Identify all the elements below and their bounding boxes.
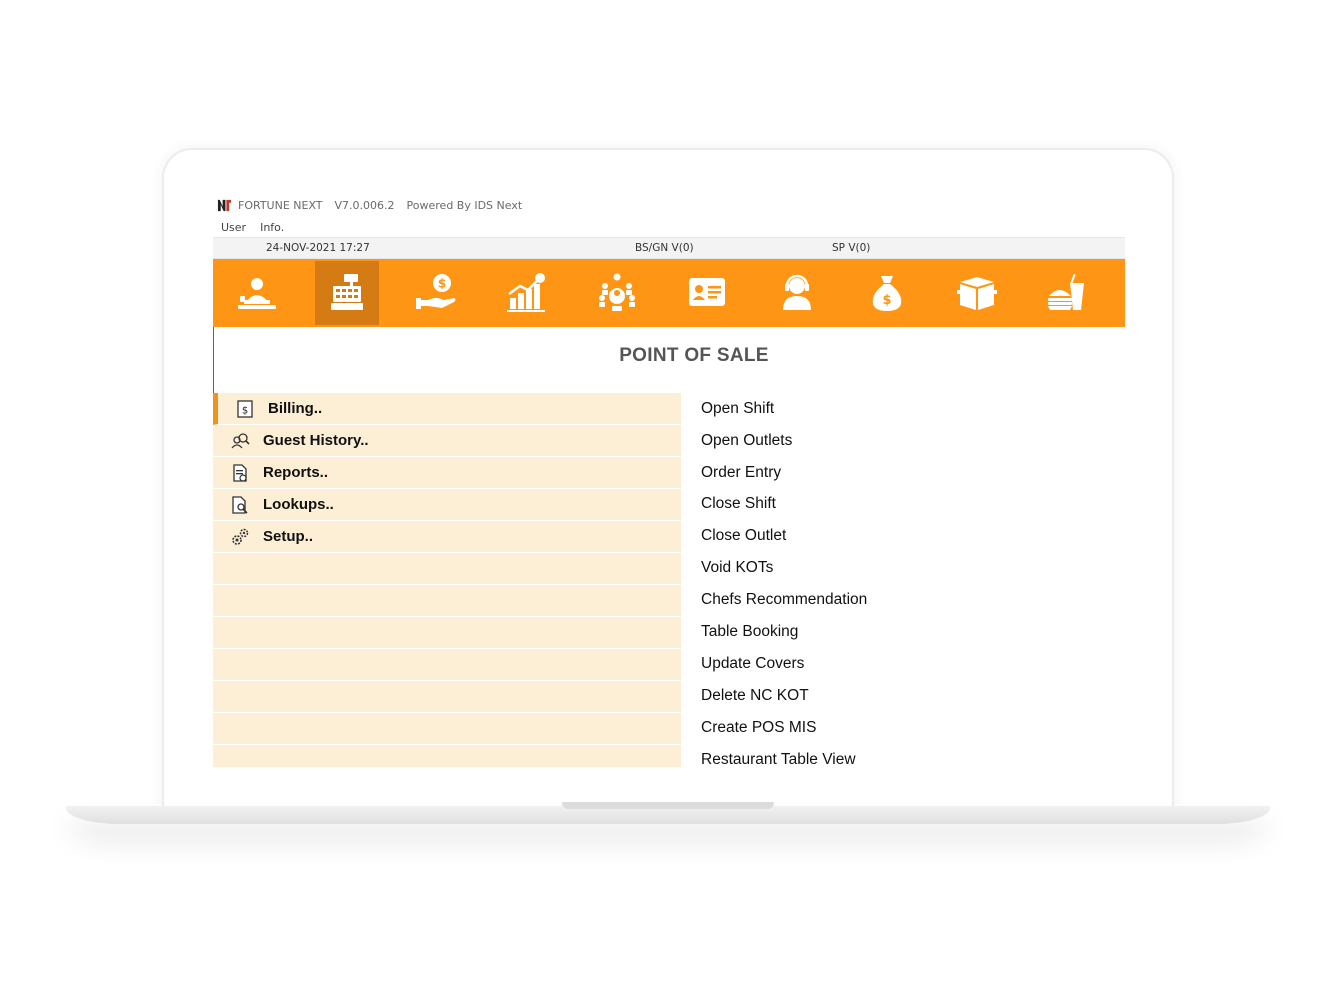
tool-guest-profile[interactable] — [675, 261, 739, 325]
menu-item-lookups[interactable]: Lookups.. — [213, 489, 681, 521]
payment-hand-icon: $ — [416, 274, 456, 309]
menu-item-label: Lookups.. — [263, 496, 334, 513]
menu-item-guest-history[interactable]: Guest History.. — [213, 425, 681, 457]
money-bag-icon: $ — [872, 276, 902, 311]
menu-row-empty — [213, 713, 681, 745]
app-logo-icon — [217, 197, 232, 213]
action-close-outlet[interactable]: Close Outlet — [701, 520, 786, 552]
status-bar: 24-NOV-2021 17:27 BS/GN V(0) SP V(0) — [213, 237, 1125, 259]
tool-front-desk[interactable] — [225, 261, 289, 325]
menu-item-label: Billing.. — [268, 400, 323, 417]
cash-register-icon — [331, 274, 363, 310]
tool-accounts[interactable]: $ — [855, 261, 919, 325]
tool-inventory[interactable] — [945, 261, 1009, 325]
gears-icon — [229, 526, 251, 548]
menu-item-setup[interactable]: Setup.. — [213, 521, 681, 553]
powered-by: Powered By IDS Next — [406, 198, 523, 212]
svg-text:$: $ — [438, 277, 446, 291]
action-chefs-recommendation[interactable]: Chefs Recommendation — [701, 584, 867, 616]
support-agent-icon — [783, 274, 811, 310]
action-open-outlets[interactable]: Open Outlets — [701, 425, 792, 457]
conference-icon — [599, 273, 635, 311]
menu-row-empty — [213, 649, 681, 681]
dollar-document-icon: $ — [234, 398, 256, 420]
food-beverage-icon — [1048, 273, 1084, 310]
menu-row-empty — [213, 553, 681, 585]
menu-item-label: Guest History.. — [263, 432, 369, 449]
menu-item-reports[interactable]: Reports.. — [213, 457, 681, 489]
tool-point-of-sale[interactable] — [315, 261, 379, 325]
laptop-notch — [562, 802, 774, 809]
action-void-kots[interactable]: Void KOTs — [701, 552, 773, 584]
action-delete-nc-kot[interactable]: Delete NC KOT — [701, 680, 809, 712]
tool-banquets[interactable] — [585, 261, 649, 325]
menu-bar: User Info. — [213, 217, 1125, 237]
title-bar: FORTUNE NEXT V7.0.006.2 Powered By IDS N… — [213, 193, 1125, 217]
menu-item-billing[interactable]: $ Billing.. — [213, 393, 681, 425]
action-restaurant-table-view[interactable]: Restaurant Table View — [701, 744, 856, 767]
menu-user[interactable]: User — [221, 221, 246, 234]
svg-text:$: $ — [242, 405, 248, 416]
lookup-icon — [229, 494, 251, 516]
action-order-entry[interactable]: Order Entry — [701, 457, 781, 489]
menu-row-empty — [213, 585, 681, 617]
svg-text:$: $ — [882, 293, 891, 308]
status-bs-gn: BS/GN V(0) — [635, 242, 694, 254]
growth-chart-icon — [507, 273, 545, 312]
action-close-shift[interactable]: Close Shift — [701, 488, 776, 520]
action-update-covers[interactable]: Update Covers — [701, 648, 804, 680]
report-icon — [229, 462, 251, 484]
action-create-pos-mis[interactable]: Create POS MIS — [701, 712, 816, 744]
status-datetime: 24-NOV-2021 17:27 — [266, 242, 370, 254]
menu-item-label: Setup.. — [263, 528, 314, 545]
menu-info[interactable]: Info. — [260, 221, 284, 234]
action-table-booking[interactable]: Table Booking — [701, 616, 798, 648]
module-toolbar: $ $ — [213, 259, 1125, 327]
front-desk-icon — [238, 278, 276, 309]
app-name: FORTUNE NEXT — [238, 198, 323, 212]
tool-payments[interactable]: $ — [405, 261, 469, 325]
action-open-shift[interactable]: Open Shift — [701, 393, 774, 425]
menu-item-label: Reports.. — [263, 464, 329, 481]
id-card-icon — [689, 278, 725, 306]
pos-menu-panel: $ Billing.. Guest History.. Reports.. Lo… — [213, 393, 681, 767]
page-title: POINT OF SALE — [619, 345, 769, 366]
guest-search-icon — [229, 430, 251, 452]
status-sp: SP V(0) — [832, 242, 871, 254]
menu-row-empty — [213, 745, 681, 767]
tool-analytics[interactable] — [495, 261, 559, 325]
app-version: V7.0.006.2 — [334, 198, 395, 212]
tool-food-beverage[interactable] — [1035, 261, 1099, 325]
menu-row-empty — [213, 681, 681, 713]
menu-row-empty — [213, 617, 681, 649]
tool-support[interactable] — [765, 261, 829, 325]
inventory-box-icon — [957, 277, 997, 310]
app-window: FORTUNE NEXT V7.0.006.2 Powered By IDS N… — [213, 193, 1125, 767]
